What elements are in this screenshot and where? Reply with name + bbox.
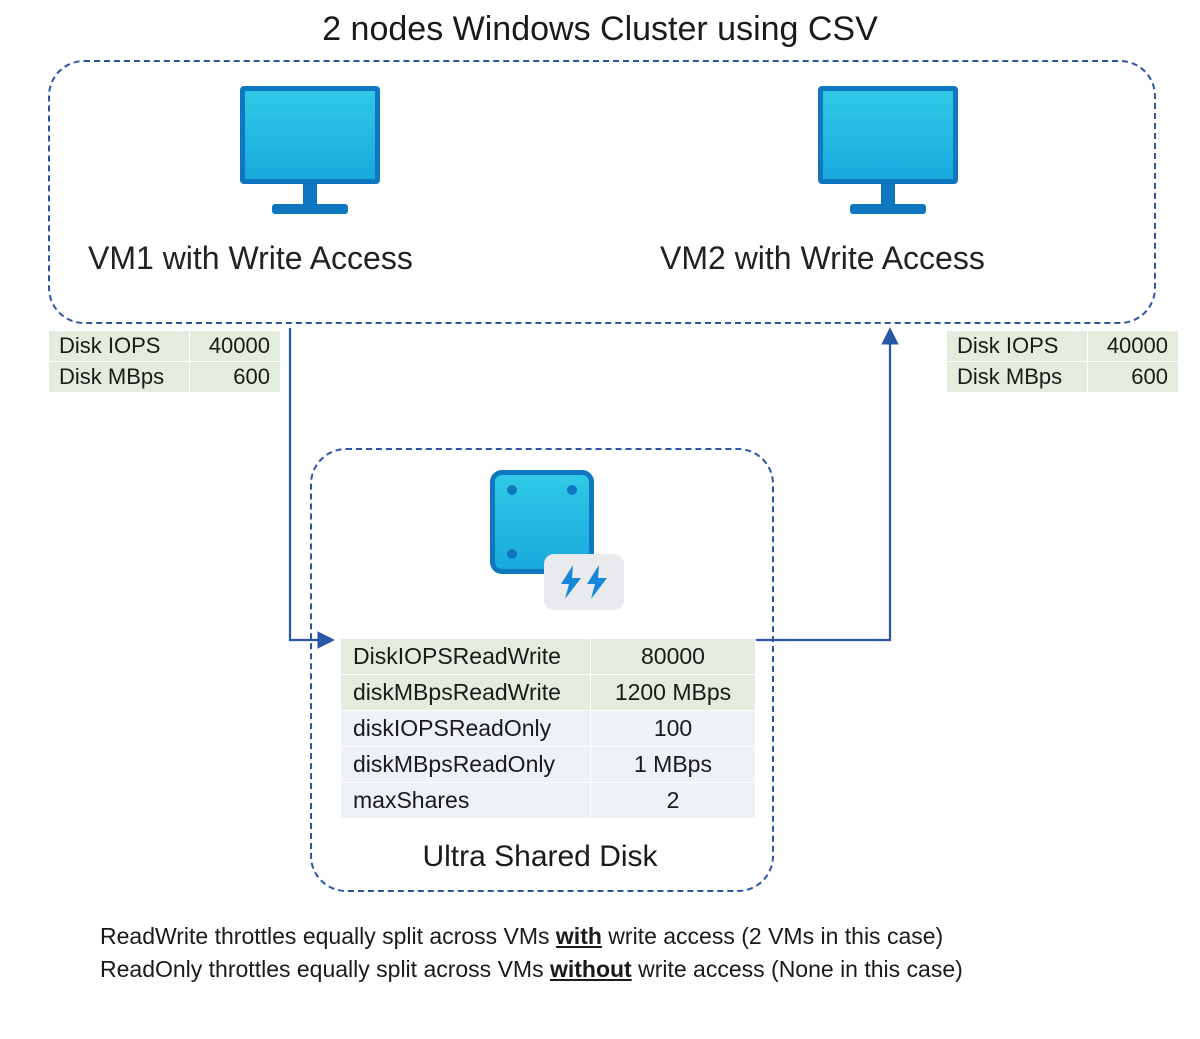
diagram-title: 2 nodes Windows Cluster using CSV [0, 10, 1200, 49]
vm1-mbps-label: Disk MBps [49, 362, 190, 393]
disk-property-value: 100 [591, 711, 756, 747]
vm2-monitor-icon [808, 86, 968, 226]
vm2-stats-table: Disk IOPS 40000 Disk MBps 600 [946, 330, 1179, 393]
disk-property-key: diskIOPSReadOnly [341, 711, 591, 747]
footnote-readwrite: ReadWrite throttles equally split across… [100, 920, 1100, 953]
vm1-label: VM1 with Write Access [88, 240, 413, 277]
disk-property-row: maxShares2 [341, 783, 756, 819]
disk-property-value: 1200 MBps [591, 675, 756, 711]
disk-property-row: diskIOPSReadOnly100 [341, 711, 756, 747]
lightning-badge-icon [544, 554, 624, 610]
disk-property-value: 80000 [591, 639, 756, 675]
disk-property-key: DiskIOPSReadWrite [341, 639, 591, 675]
vm1-mbps-value: 600 [190, 362, 281, 393]
disk-property-key: diskMBpsReadOnly [341, 747, 591, 783]
lightning-icon [559, 565, 583, 599]
diagram-footnotes: ReadWrite throttles equally split across… [100, 920, 1100, 987]
vm2-mbps-value: 600 [1088, 362, 1179, 393]
vm1-iops-label: Disk IOPS [49, 331, 190, 362]
footnote-text: write access (2 VMs in this case) [602, 923, 943, 949]
footnote-text: ReadWrite throttles equally split across… [100, 923, 556, 949]
vm2-mbps-label: Disk MBps [947, 362, 1088, 393]
vm2-label: VM2 with Write Access [660, 240, 985, 277]
disk-property-row: DiskIOPSReadWrite80000 [341, 639, 756, 675]
footnote-emphasis: with [556, 923, 602, 949]
vm2-iops-value: 40000 [1088, 331, 1179, 362]
vm2-iops-label: Disk IOPS [947, 331, 1088, 362]
vm1-stats-table: Disk IOPS 40000 Disk MBps 600 [48, 330, 281, 393]
footnote-text: ReadOnly throttles equally split across … [100, 956, 550, 982]
disk-property-row: diskMBpsReadWrite1200 MBps [341, 675, 756, 711]
disk-property-key: maxShares [341, 783, 591, 819]
vm1-iops-value: 40000 [190, 331, 281, 362]
disk-property-row: diskMBpsReadOnly1 MBps [341, 747, 756, 783]
vm1-monitor-icon [230, 86, 390, 226]
footnote-emphasis: without [550, 956, 632, 982]
shared-disk-label: Ultra Shared Disk [310, 840, 770, 874]
disk-property-key: diskMBpsReadWrite [341, 675, 591, 711]
shared-disk-properties-table: DiskIOPSReadWrite80000diskMBpsReadWrite1… [340, 638, 756, 819]
footnote-readonly: ReadOnly throttles equally split across … [100, 953, 1100, 986]
footnote-text: write access (None in this case) [632, 956, 963, 982]
cluster-container [48, 60, 1156, 324]
ultra-disk-icon [490, 470, 610, 600]
disk-property-value: 2 [591, 783, 756, 819]
disk-property-value: 1 MBps [591, 747, 756, 783]
lightning-icon [585, 565, 609, 599]
